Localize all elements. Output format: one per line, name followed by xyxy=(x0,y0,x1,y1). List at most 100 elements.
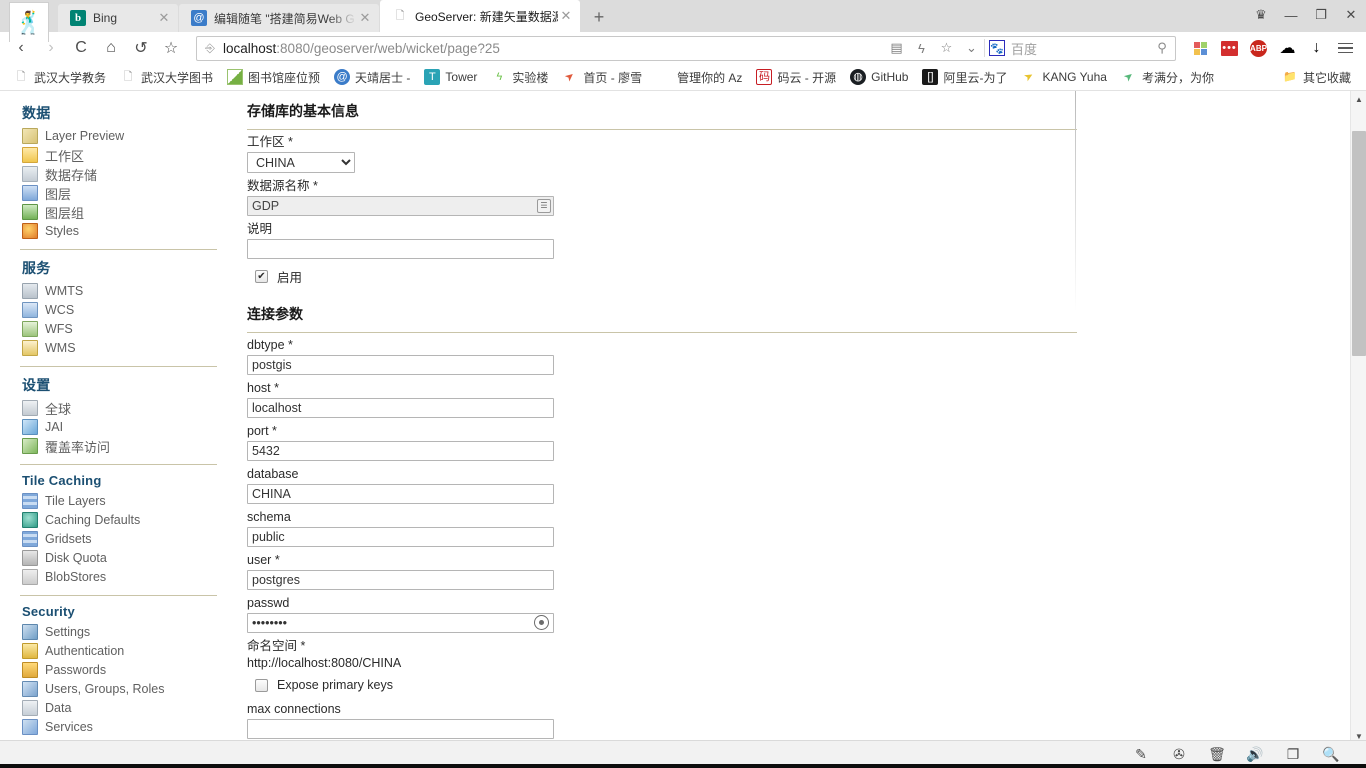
sidebar-item-[interactable]: 覆盖率访问 xyxy=(22,437,225,455)
bookmark-item[interactable]: 码码云 - 开源 xyxy=(749,66,843,88)
search-box[interactable]: 🐾 百度 ⚲ xyxy=(985,37,1175,60)
enabled-checkbox[interactable] xyxy=(255,270,268,283)
sidebar-item-[interactable]: 全球 xyxy=(22,399,225,417)
bookmark-item[interactable]: ϟ 实验楼 xyxy=(484,66,555,88)
passwd-input[interactable] xyxy=(247,613,554,633)
host-input[interactable] xyxy=(247,398,554,418)
other-bookmarks-button[interactable]: 📁 其它收藏 xyxy=(1275,66,1358,88)
page-scrollbar[interactable]: ▲ ▼ xyxy=(1350,91,1366,745)
expose-primary-keys-checkbox[interactable] xyxy=(255,678,268,692)
sidebar-item-services[interactable]: Services xyxy=(22,718,225,736)
close-icon[interactable]: ✕ xyxy=(156,10,172,26)
home-button[interactable]: ⌂ xyxy=(96,34,126,62)
bookmark-item[interactable]: @ 天靖居士 - xyxy=(327,66,417,88)
bookmark-label: 武汉大学教务 xyxy=(34,70,107,85)
sidebar-item-[interactable]: 图层 xyxy=(22,184,225,202)
port-label: port * xyxy=(247,424,1077,439)
close-icon[interactable]: ✕ xyxy=(558,8,574,24)
autofill-badge-icon[interactable]: ☰ xyxy=(537,199,551,213)
sidebar-item-settings[interactable]: Settings xyxy=(22,623,225,641)
chevron-down-icon[interactable]: ⌄ xyxy=(959,40,984,56)
close-icon[interactable]: ✕ xyxy=(357,10,373,26)
search-input[interactable]: 百度 xyxy=(1011,39,1149,58)
sidebar-item-wms[interactable]: WMS xyxy=(22,339,225,357)
schema-label-text: schema xyxy=(247,510,291,524)
dbtype-input[interactable] xyxy=(247,355,554,375)
sidebar-item-gridsets[interactable]: Gridsets xyxy=(22,530,225,548)
sidebar-item-label: Styles xyxy=(45,224,80,238)
browser-tab[interactable]: b Bing ✕ xyxy=(58,4,178,32)
expose-pk-checkbox-row[interactable]: Expose primary keys xyxy=(255,678,1077,692)
aliyun-icon: [] xyxy=(922,69,939,85)
workspace-select[interactable]: CHINA xyxy=(247,152,355,173)
bookmark-item[interactable]: ➤ 首页 - 廖雪 xyxy=(555,66,649,88)
bookmark-item[interactable]: ➤ 考满分，为你 xyxy=(1114,66,1221,88)
sidebar-item-users-groups-roles[interactable]: Users, Groups, Roles xyxy=(22,680,225,698)
sidebar-item-authentication[interactable]: Authentication xyxy=(22,642,225,660)
sidebar-item-wcs[interactable]: WCS xyxy=(22,301,225,319)
scroll-up-arrow[interactable]: ▲ xyxy=(1351,91,1366,108)
reveal-password-icon[interactable] xyxy=(534,615,549,630)
browser-tab[interactable]: 🗋 GeoServer: 新建矢量数据源 ✕ xyxy=(380,0,580,32)
tab-strip: 🕺 b Bing ✕ @ 编辑随笔 "搭建简易Web G ✕ 🗋 GeoServer: 新建矢… xyxy=(0,0,1366,42)
host-label: host * xyxy=(247,381,1077,396)
sidebar-item-[interactable]: 数据存储 xyxy=(22,165,225,183)
cloud-icon[interactable]: ☁ xyxy=(1273,34,1302,62)
sidebar-item-wfs[interactable]: WFS xyxy=(22,320,225,338)
bookmark-star-button[interactable]: ☆ xyxy=(156,34,186,62)
enabled-checkbox-row[interactable]: 启用 xyxy=(255,267,1077,286)
adblock-plus-icon[interactable]: ABP xyxy=(1244,34,1273,62)
sidebar-item-caching-defaults[interactable]: Caching Defaults xyxy=(22,511,225,529)
close-button[interactable]: ✕ xyxy=(1336,0,1366,30)
menu-icon[interactable] xyxy=(1331,34,1360,62)
schema-input[interactable] xyxy=(247,527,554,547)
sidebar-item-disk-quota[interactable]: Disk Quota xyxy=(22,549,225,567)
bookmark-item[interactable]: 🗋 武汉大学教务 xyxy=(6,66,113,88)
sidebar-item-tile-layers[interactable]: Tile Layers xyxy=(22,492,225,510)
bookmark-item[interactable]: 图书馆座位预 xyxy=(220,66,327,88)
browser-tab[interactable]: @ 编辑随笔 "搭建简易Web G ✕ xyxy=(179,4,379,32)
description-input[interactable] xyxy=(247,239,554,259)
qrcode-icon[interactable]: ▤ xyxy=(884,40,909,56)
lightning-icon[interactable]: ϟ xyxy=(909,41,934,56)
bookmark-item[interactable]: T Tower xyxy=(417,66,484,88)
new-tab-button[interactable]: + xyxy=(585,3,613,31)
sidebar-item-[interactable]: 图层组 xyxy=(22,203,225,221)
layer-group-icon xyxy=(22,204,38,220)
sidebar-item-wmts[interactable]: WMTS xyxy=(22,282,225,300)
sidebar-item-blobstores[interactable]: BlobStores xyxy=(22,568,225,586)
page-icon: 🗋 xyxy=(16,70,26,83)
bookmark-label: 图书馆座位预 xyxy=(248,70,321,85)
sidebar-item-passwords[interactable]: Passwords xyxy=(22,661,225,679)
bookmark-item[interactable]: 管理你的 Az xyxy=(649,66,749,88)
user-input[interactable] xyxy=(247,570,554,590)
max-connections-input[interactable] xyxy=(247,719,554,739)
coverage-access-icon xyxy=(22,438,38,454)
port-input[interactable] xyxy=(247,441,554,461)
scrollbar-thumb[interactable] xyxy=(1352,131,1366,356)
red-extension-icon[interactable]: ••• xyxy=(1215,34,1244,62)
bookmark-icon: ➤ xyxy=(1022,69,1037,85)
bookmark-item[interactable]: [] 阿里云-为了 xyxy=(915,66,1014,88)
baidu-icon[interactable]: 🐾 xyxy=(989,40,1005,56)
bookmark-item[interactable]: ➤ KANG Yuha xyxy=(1014,66,1114,88)
bookmark-item[interactable]: ◍ GitHub xyxy=(843,66,915,88)
apps-grid-icon[interactable] xyxy=(1186,34,1215,62)
datasource-name-input[interactable] xyxy=(247,196,554,216)
minimize-button[interactable]: — xyxy=(1276,0,1306,30)
favorite-star-icon[interactable]: ☆ xyxy=(934,40,959,56)
search-icon[interactable]: ⚲ xyxy=(1149,40,1175,56)
sidebar-item-data[interactable]: Data xyxy=(22,699,225,717)
crown-icon[interactable]: ♛ xyxy=(1246,0,1276,30)
bookmark-item[interactable]: 🗋 武汉大学图书 xyxy=(113,66,220,88)
sidebar-item-[interactable]: 工作区 xyxy=(22,146,225,164)
sidebar-item-layer-preview[interactable]: Layer Preview xyxy=(22,127,225,145)
reload-button[interactable]: C xyxy=(66,34,96,62)
download-icon[interactable]: ↓ xyxy=(1302,34,1331,62)
sidebar-item-styles[interactable]: Styles xyxy=(22,222,225,240)
history-button[interactable]: ↺ xyxy=(126,34,156,62)
sidebar-item-jai[interactable]: JAI xyxy=(22,418,225,436)
address-bar[interactable]: ⎆ localhost:8080/geoserver/web/wicket/pa… xyxy=(196,35,1176,61)
database-input[interactable] xyxy=(247,484,554,504)
restore-button[interactable]: ❐ xyxy=(1306,0,1336,30)
